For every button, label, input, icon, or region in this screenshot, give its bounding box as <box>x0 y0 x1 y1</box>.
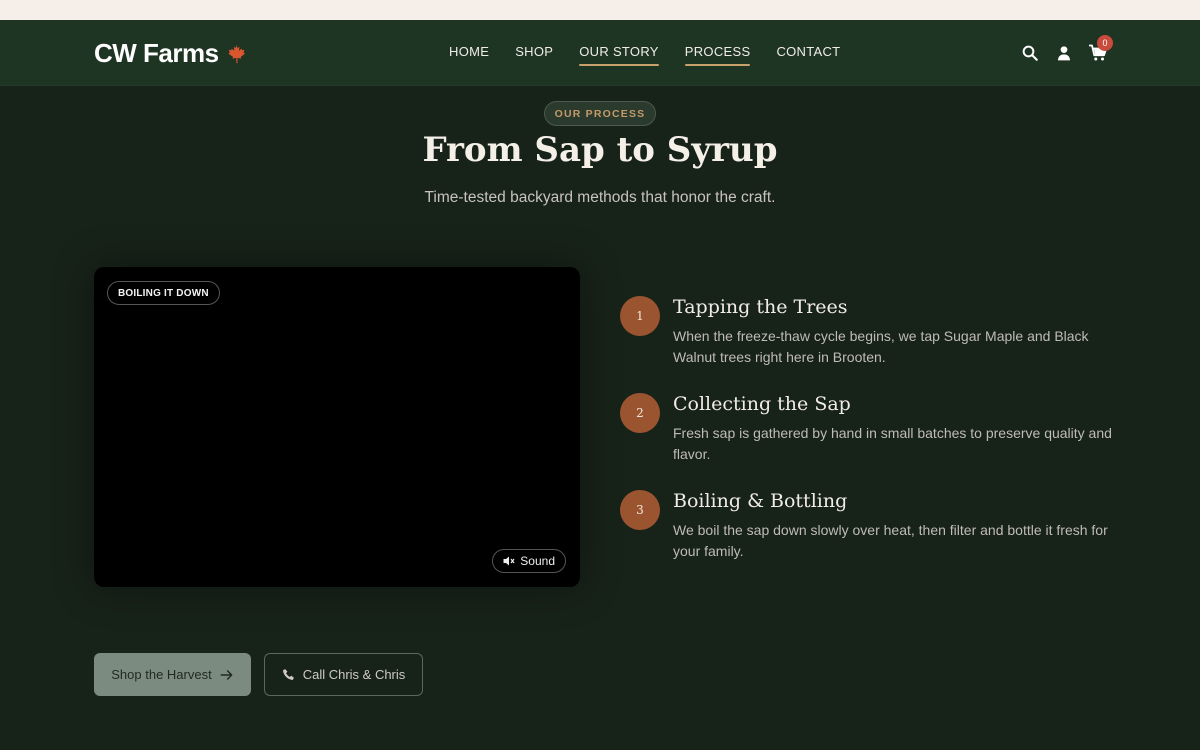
top-strip <box>0 0 1200 20</box>
call-button[interactable]: Call Chris & Chris <box>264 653 423 696</box>
step-number: 1 <box>620 296 660 336</box>
user-icon[interactable] <box>1054 43 1074 63</box>
speaker-muted-icon <box>503 556 515 566</box>
shop-harvest-label: Shop the Harvest <box>111 667 212 682</box>
video-tag: BOILING IT DOWN <box>107 281 220 305</box>
step-description: When the freeze-thaw cycle begins, we ta… <box>673 328 1089 365</box>
step-number: 2 <box>620 393 660 433</box>
maple-leaf-icon <box>227 44 245 63</box>
step-item: 3 Boiling & Bottling We boil the sap dow… <box>620 490 1120 587</box>
page-title: From Sap to Syrup <box>422 130 778 170</box>
logo-text: CW Farms <box>94 38 219 68</box>
section-eyebrow: OUR PROCESS <box>544 101 656 126</box>
nav-contact[interactable]: CONTACT <box>763 44 853 66</box>
step-item: 2 Collecting the Sap Fresh sap is gather… <box>620 393 1120 490</box>
process-video[interactable]: BOILING IT DOWN Sound <box>94 267 580 587</box>
search-icon[interactable] <box>1020 43 1040 63</box>
arrow-right-icon <box>220 669 233 680</box>
phone-icon <box>282 669 294 680</box>
process-steps: 1 Tapping the Trees When the freeze-thaw… <box>620 296 1120 587</box>
sound-label: Sound <box>520 554 555 568</box>
step-title: Collecting the Sap <box>673 393 851 415</box>
nav-home[interactable]: HOME <box>436 44 502 66</box>
logo[interactable]: CW Farms <box>94 38 247 69</box>
shop-harvest-button[interactable]: Shop the Harvest <box>94 653 251 696</box>
header-icons <box>1020 43 1108 63</box>
call-label: Call Chris & Chris <box>302 667 406 682</box>
step-number: 3 <box>620 490 660 530</box>
main-nav: HOME SHOP OUR STORY PROCESS CONTACT <box>436 44 853 66</box>
nav-shop[interactable]: SHOP <box>502 44 566 66</box>
step-description: We boil the sap down slowly over heat, t… <box>673 522 1108 559</box>
step-title: Tapping the Trees <box>673 296 848 318</box>
step-title: Boiling & Bottling <box>673 490 848 512</box>
site-header: CW Farms HOME SHOP OUR STORY PROCESS CON… <box>0 20 1200 86</box>
step-item: 1 Tapping the Trees When the freeze-thaw… <box>620 296 1120 393</box>
page-subtitle: Time-tested backyard methods that honor … <box>424 189 776 206</box>
cart-count-badge: 0 <box>1097 35 1113 51</box>
nav-process[interactable]: PROCESS <box>672 44 764 66</box>
nav-our-story[interactable]: OUR STORY <box>566 44 672 66</box>
sound-toggle-button[interactable]: Sound <box>492 549 566 573</box>
step-description: Fresh sap is gathered by hand in small b… <box>673 425 1112 462</box>
